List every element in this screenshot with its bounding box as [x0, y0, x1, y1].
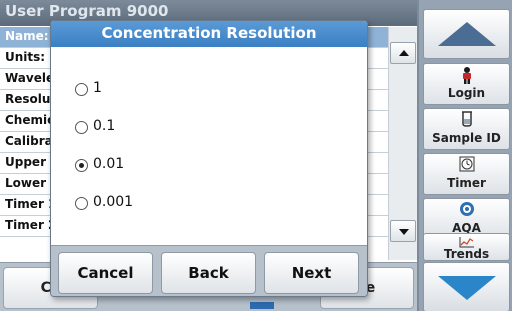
concentration-resolution-dialog: Concentration Resolution 1 0.1 0.01 0.00…	[50, 20, 368, 297]
progress-indicator	[250, 302, 274, 309]
screen: User Program 9000 Name: Units: Wavele Re…	[0, 0, 512, 311]
sidebar-scroll-down-button[interactable]	[423, 262, 510, 311]
background-title: User Program 9000	[5, 2, 169, 20]
aqa-icon	[424, 201, 509, 219]
back-button[interactable]: Back	[161, 252, 256, 294]
radio-button[interactable]	[75, 197, 88, 210]
cancel-button[interactable]: Cancel	[58, 252, 153, 294]
arrow-up-icon	[399, 50, 409, 56]
login-icon	[424, 66, 509, 84]
dialog-title-bar: Concentration Resolution	[51, 21, 367, 47]
sidebar: Login Sample ID Timer AQA	[417, 0, 512, 311]
sample-id-icon	[424, 111, 509, 129]
radio-button-selected[interactable]	[75, 159, 88, 172]
radio-button[interactable]	[75, 121, 88, 134]
scroll-down-button[interactable]	[390, 220, 416, 242]
arrow-down-icon	[438, 276, 496, 300]
trends-icon	[424, 235, 509, 248]
login-button[interactable]: Login	[423, 63, 510, 105]
next-button[interactable]: Next	[264, 252, 359, 294]
sidebar-scroll-up-button[interactable]	[423, 9, 510, 59]
sample-id-button[interactable]: Sample ID	[423, 108, 510, 150]
trends-button[interactable]: Trends	[423, 233, 510, 261]
arrow-down-icon	[399, 229, 409, 235]
dialog-footer: Cancel Back Next	[51, 245, 367, 296]
radio-button[interactable]	[75, 83, 88, 96]
arrow-up-icon	[438, 22, 496, 46]
dialog-title: Concentration Resolution	[101, 24, 317, 42]
scroll-up-button[interactable]	[390, 42, 416, 64]
timer-icon	[424, 156, 509, 174]
timer-button[interactable]: Timer	[423, 153, 510, 195]
